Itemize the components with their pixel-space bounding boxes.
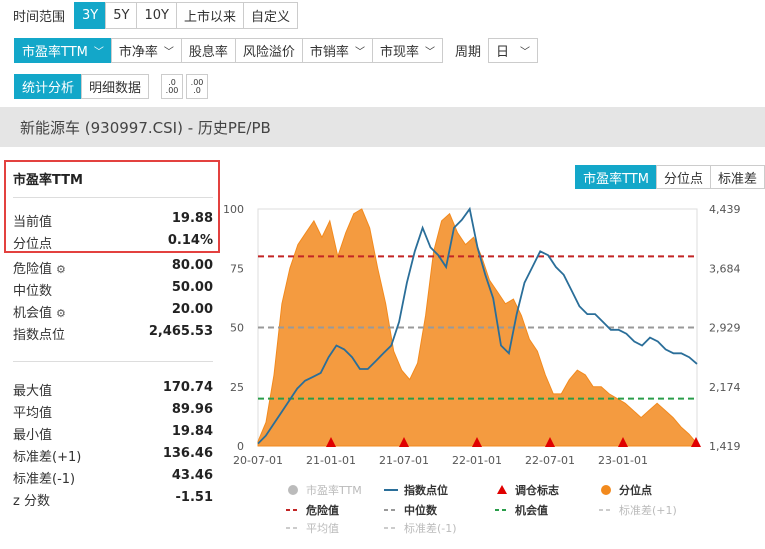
metric-option[interactable]: 市净率 ﹀ [110,38,182,63]
metric-option[interactable]: 股息率 [180,38,236,63]
metric-option-label: 市净率 [118,45,158,60]
metric-option[interactable]: 市销率 ﹀ [301,38,373,63]
legend-label: 指数点位 [404,483,448,497]
range-option[interactable]: 3Y [74,2,107,29]
legend-label: 市盈率TTM [306,483,362,497]
metric-option[interactable]: 市现率 ﹀ [371,38,443,63]
legend-dot-icon [601,485,611,495]
x-tick: 22-07-01 [525,454,575,467]
x-tick: 21-01-01 [306,454,356,467]
y-right-tick: 2,929 [709,322,741,335]
metric-option-label: 市现率 [379,45,419,60]
x-tick: 23-01-01 [598,454,648,467]
range-options: 3Y 5Y 10Y 上市以来 自定义 [74,2,298,29]
range-row: 时间范围 3Y 5Y 10Y 上市以来 自定义 [13,2,298,29]
y-left-tick: 50 [230,322,244,335]
legend-label: 机会值 [515,503,548,517]
metric-option-label: 市盈率TTM [22,45,88,60]
chevron-down-icon: ﹀ [424,47,435,58]
chevron-down-icon: ﹀ [163,47,174,58]
metric-option-label: 股息率 [188,45,228,60]
legend-label: 平均值 [306,522,339,535]
tab-statistics[interactable]: 统计分析 [14,74,83,99]
period-label: 周期 [454,45,481,60]
legend-label: 危险值 [305,503,339,517]
period-select[interactable]: 日 ﹀ [487,38,538,63]
x-tick: 21-07-01 [379,454,429,467]
chevron-down-icon: ﹀ [354,47,365,58]
pe-chart: 0 25 50 75 100 1,419 2,174 2,929 3,684 4,439 20-07… [223,203,741,535]
legend-triangle-icon [497,485,507,494]
tab-statistics-label: 统计分析 [22,81,75,96]
x-tick: 20-07-01 [233,454,283,467]
metric-option[interactable]: 市盈率TTM ﹀ [14,38,112,63]
main-panel: 市盈率TTM 当前值 19.88 分位点 0.14% 危险值 ⚙ 80.00 中位数 50.00… [0,147,765,549]
legend-label: 分位点 [619,483,652,497]
range-option[interactable]: 5Y [105,2,138,29]
decimal-increase-icon[interactable]: .0.00 [161,74,184,99]
range-option[interactable]: 10Y [136,2,177,29]
legend-dot-icon [288,485,298,495]
y-left-tick: 100 [223,203,244,216]
decimal-decrease-icon[interactable]: .00.0 [186,74,209,99]
metric-options: 市盈率TTM ﹀ 市净率 ﹀ 股息率 风险溢价 市销率 ﹀ 市现率 ﹀ [14,38,443,63]
view-row: 统计分析 明细数据 .0.00 .00.0 [14,74,209,99]
period-value: 日 [495,45,509,60]
tab-details-label: 明细数据 [89,81,142,96]
y-right-tick: 4,439 [709,203,741,216]
y-right-tick: 3,684 [709,262,741,275]
metrics-row: 市盈率TTM ﹀ 市净率 ﹀ 股息率 风险溢价 市销率 ﹀ 市现率 ﹀ 周期 日 ﹀ [14,38,538,63]
range-option[interactable]: 上市以来 [175,2,244,29]
legend-label: 中位数 [404,503,438,517]
chevron-down-icon: ﹀ [519,47,530,58]
legend-label: 标准差(-1) [404,521,457,535]
page-title: 新能源车 (930997.CSI) - 历史PE/PB [0,107,765,147]
metric-option-label: 市销率 [309,45,349,60]
y-right-tick: 2,174 [709,381,741,394]
range-label: 时间范围 [13,10,66,25]
y-right-tick: 1,419 [709,440,741,453]
metric-option[interactable]: 风险溢价 [234,38,303,63]
x-tick: 22-01-01 [452,454,502,467]
y-left-tick: 25 [230,381,244,394]
metric-option-label: 风险溢价 [242,45,295,60]
y-left-tick: 0 [237,440,244,453]
tab-details[interactable]: 明细数据 [81,74,150,99]
chevron-down-icon: ﹀ [93,47,104,58]
legend-label: 标准差(+1) [619,503,677,517]
legend-label: 调仓标志 [515,483,559,497]
range-option[interactable]: 自定义 [242,2,298,29]
y-left-tick: 75 [230,262,244,275]
